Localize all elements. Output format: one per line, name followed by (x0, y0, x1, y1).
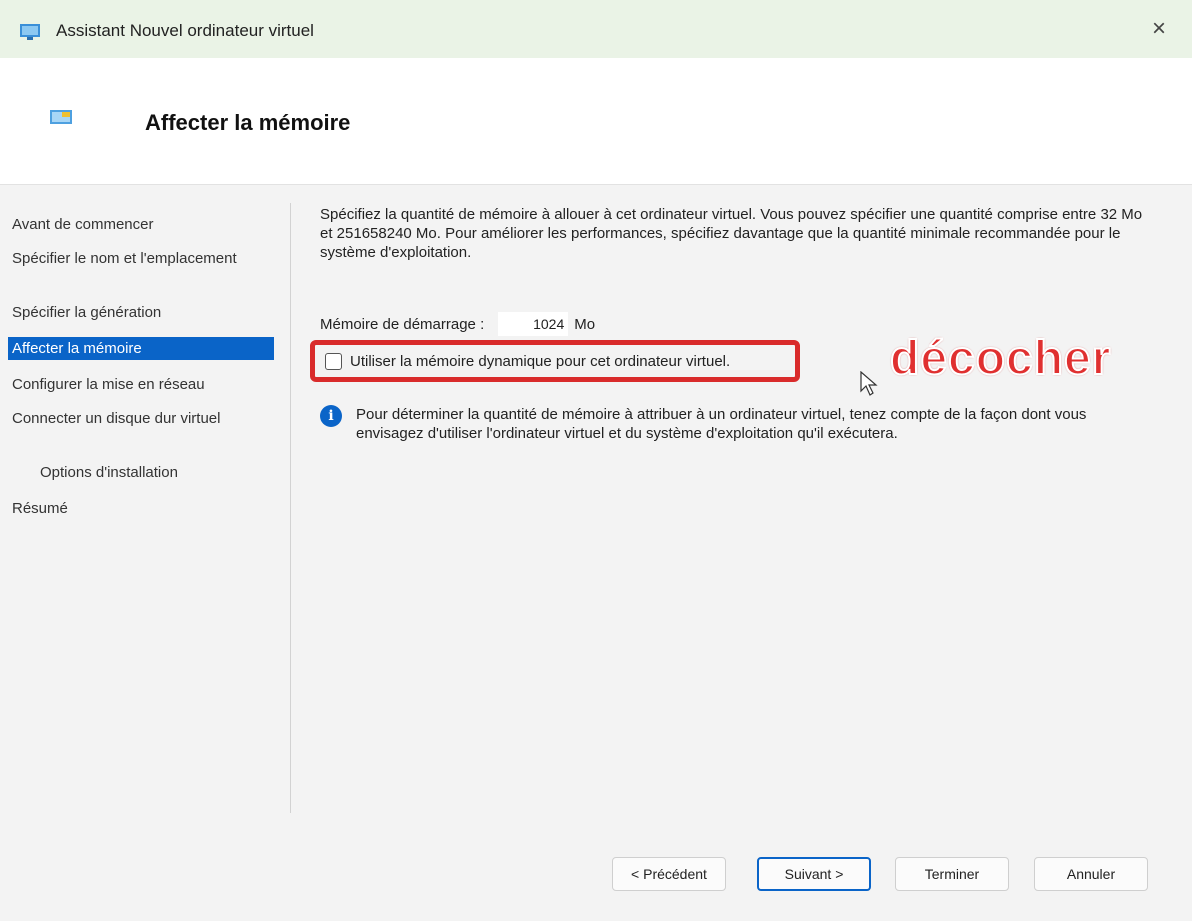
cancel-button[interactable]: Annuler (1034, 857, 1148, 891)
nav-step-memory[interactable]: Affecter la mémoire (8, 337, 274, 360)
previous-button[interactable]: < Précédent (612, 857, 726, 891)
nav-step-virtual-disk[interactable]: Connecter un disque dur virtuel (8, 407, 274, 430)
nav-step-generation[interactable]: Spécifier la génération (8, 301, 274, 324)
wizard-footer: < Précédent Suivant > Terminer Annuler (0, 825, 1192, 921)
page-title: Affecter la mémoire (145, 110, 351, 135)
nav-divider (290, 203, 291, 813)
close-icon: × (1151, 15, 1166, 42)
nav-step-name-location[interactable]: Spécifier le nom et l'emplacement (8, 247, 274, 270)
uncheck-annotation: décocher (889, 331, 1112, 386)
nav-step-install-options[interactable]: Options d'installation (36, 461, 274, 484)
memory-info-note: i Pour déterminer la quantité de mémoire… (320, 405, 1120, 443)
nav-step-before-start[interactable]: Avant de commencer (8, 213, 274, 236)
wizard-body: Avant de commencer Spécifier le nom et l… (0, 185, 1192, 825)
wizard-step-nav: Avant de commencer Spécifier le nom et l… (0, 185, 286, 825)
startup-memory-input[interactable] (498, 312, 569, 336)
vm-monitor-icon (50, 110, 72, 124)
next-button[interactable]: Suivant > (757, 857, 871, 891)
memory-info-text: Pour déterminer la quantité de mémoire à… (356, 406, 1087, 442)
startup-memory-unit: Mo (574, 315, 596, 333)
memory-settings-panel: Spécifiez la quantité de mémoire à allou… (310, 205, 1150, 442)
dynamic-memory-checkbox[interactable] (325, 352, 342, 370)
nav-step-networking[interactable]: Configurer la mise en réseau (8, 373, 274, 396)
dynamic-memory-highlight: Utiliser la mémoire dynamique pour cet o… (310, 340, 800, 382)
close-button[interactable]: × (1144, 14, 1174, 44)
startup-memory-row: Mémoire de démarrage : Mo (320, 312, 595, 336)
finish-button[interactable]: Terminer (895, 857, 1009, 891)
vm-app-icon (20, 24, 40, 40)
info-icon: i (320, 405, 342, 427)
memory-intro-text: Spécifiez la quantité de mémoire à allou… (320, 206, 1143, 261)
dynamic-memory-label[interactable]: Utiliser la mémoire dynamique pour cet o… (350, 353, 730, 370)
window-title: Assistant Nouvel ordinateur virtuel (56, 21, 314, 40)
title-bar: Assistant Nouvel ordinateur virtuel × (0, 0, 1192, 58)
page-header: Affecter la mémoire (0, 58, 1192, 185)
nav-step-summary[interactable]: Résumé (8, 497, 274, 520)
startup-memory-label: Mémoire de démarrage : (320, 315, 485, 333)
wizard-window: Assistant Nouvel ordinateur virtuel × Af… (0, 0, 1192, 921)
mouse-cursor-icon (860, 371, 878, 396)
